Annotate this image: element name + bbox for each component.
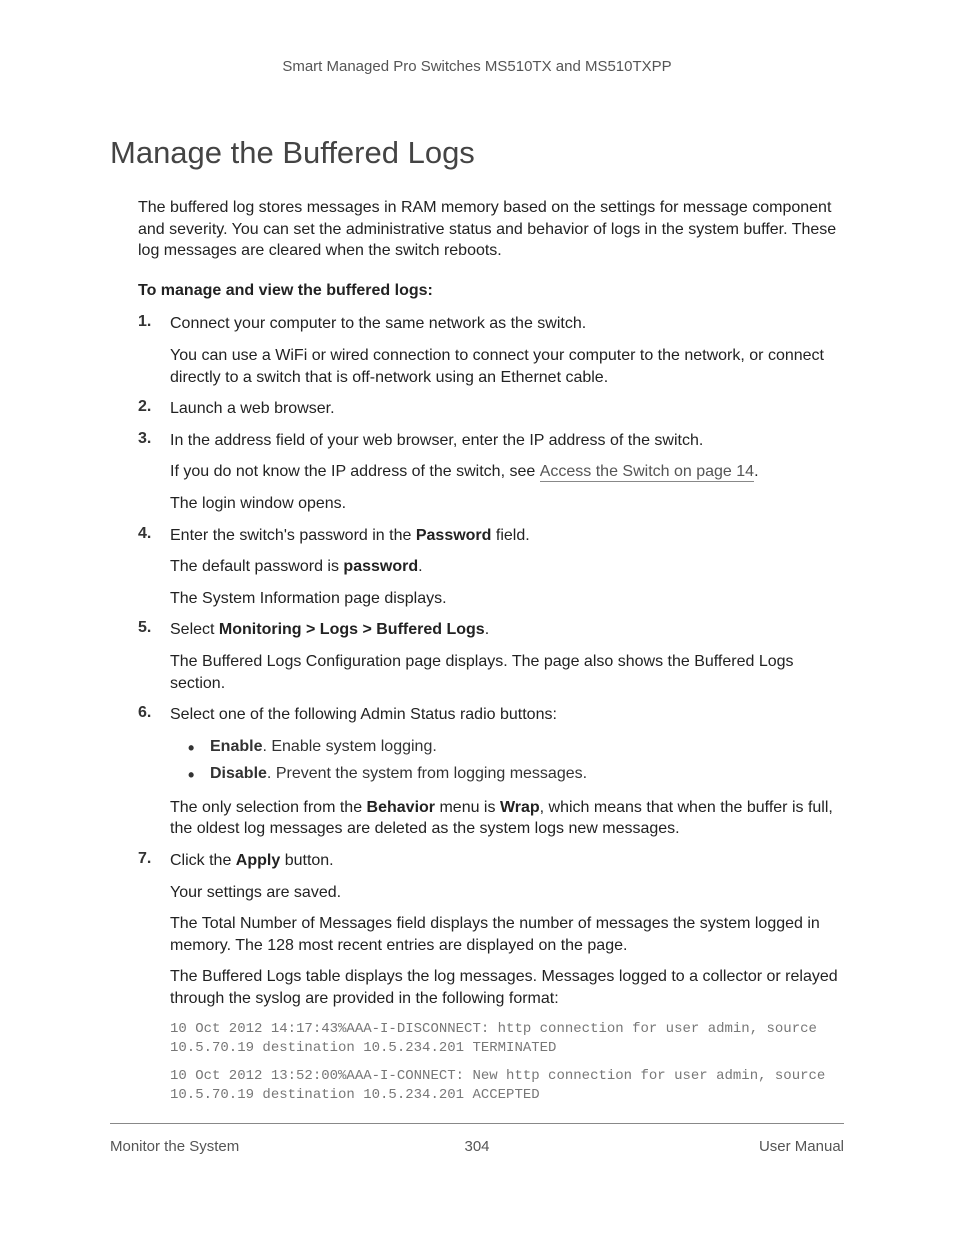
step-sub: The Buffered Logs Configuration page dis…	[170, 651, 844, 694]
footer-right: User Manual	[759, 1138, 844, 1155]
code-sample: 10 Oct 2012 14:17:43%AAA-I-DISCONNECT: h…	[170, 1020, 844, 1058]
step-sub: You can use a WiFi or wired connection t…	[170, 345, 844, 388]
bullet-list: Enable. Enable system logging. Disable. …	[188, 736, 844, 785]
section-title: Manage the Buffered Logs	[110, 135, 844, 171]
procedure-heading: To manage and view the buffered logs:	[138, 280, 844, 302]
step-1: Connect your computer to the same networ…	[138, 313, 844, 388]
bold-term: Disable	[210, 765, 267, 782]
step-sub: The default password is password.	[170, 556, 844, 578]
text-fragment: Click the	[170, 852, 236, 869]
text-fragment: The only selection from the	[170, 799, 367, 816]
bold-term: Password	[416, 527, 492, 544]
step-6: Select one of the following Admin Status…	[138, 704, 844, 840]
bold-term: Behavior	[367, 799, 435, 816]
bold-term: Apply	[236, 852, 280, 869]
text-fragment: .	[754, 463, 758, 480]
bold-term: Enable	[210, 738, 262, 755]
cross-ref-link[interactable]: Access the Switch on page 14	[540, 463, 754, 482]
step-sub: The System Information page displays.	[170, 588, 844, 610]
step-text: Connect your computer to the same networ…	[170, 313, 844, 335]
text-fragment: . Prevent the system from logging messag…	[267, 765, 587, 782]
steps-list: Connect your computer to the same networ…	[138, 313, 844, 1105]
step-sub: Your settings are saved.	[170, 882, 844, 904]
step-5: Select Monitoring > Logs > Buffered Logs…	[138, 619, 844, 694]
text-fragment: .	[418, 558, 422, 575]
step-sub: The login window opens.	[170, 493, 844, 515]
step-7: Click the Apply button. Your settings ar…	[138, 850, 844, 1105]
step-4: Enter the switch's password in the Passw…	[138, 525, 844, 610]
page-header: Smart Managed Pro Switches MS510TX and M…	[110, 58, 844, 75]
text-fragment: . Enable system logging.	[262, 738, 436, 755]
text-fragment: button.	[280, 852, 333, 869]
step-sub: The Total Number of Messages field displ…	[170, 913, 844, 956]
text-fragment: The default password is	[170, 558, 343, 575]
page-footer: Monitor the System 304 User Manual	[110, 1123, 844, 1155]
code-sample: 10 Oct 2012 13:52:00%AAA-I-CONNECT: New …	[170, 1067, 844, 1105]
text-fragment: Select	[170, 621, 219, 638]
bold-term: password	[343, 558, 418, 575]
bold-term: Wrap	[500, 799, 540, 816]
text-fragment: Enter the switch's password in the	[170, 527, 416, 544]
text-fragment: field.	[491, 527, 529, 544]
bullet-item: Enable. Enable system logging.	[188, 736, 844, 758]
footer-left: Monitor the System	[110, 1138, 239, 1155]
text-fragment: .	[485, 621, 489, 638]
bold-term: Monitoring > Logs > Buffered Logs	[219, 621, 485, 638]
step-sub: The only selection from the Behavior men…	[170, 797, 844, 840]
text-fragment: menu is	[435, 799, 500, 816]
intro-paragraph: The buffered log stores messages in RAM …	[138, 197, 844, 262]
step-text: In the address field of your web browser…	[170, 430, 844, 452]
text-fragment: If you do not know the IP address of the…	[170, 463, 540, 480]
step-3: In the address field of your web browser…	[138, 430, 844, 515]
step-text: Enter the switch's password in the Passw…	[170, 525, 844, 547]
step-text: Launch a web browser.	[170, 398, 844, 420]
step-text: Select Monitoring > Logs > Buffered Logs…	[170, 619, 844, 641]
step-text: Click the Apply button.	[170, 850, 844, 872]
step-sub: The Buffered Logs table displays the log…	[170, 966, 844, 1009]
step-2: Launch a web browser.	[138, 398, 844, 420]
step-text: Select one of the following Admin Status…	[170, 704, 844, 726]
step-sub: If you do not know the IP address of the…	[170, 461, 844, 483]
bullet-item: Disable. Prevent the system from logging…	[188, 763, 844, 785]
